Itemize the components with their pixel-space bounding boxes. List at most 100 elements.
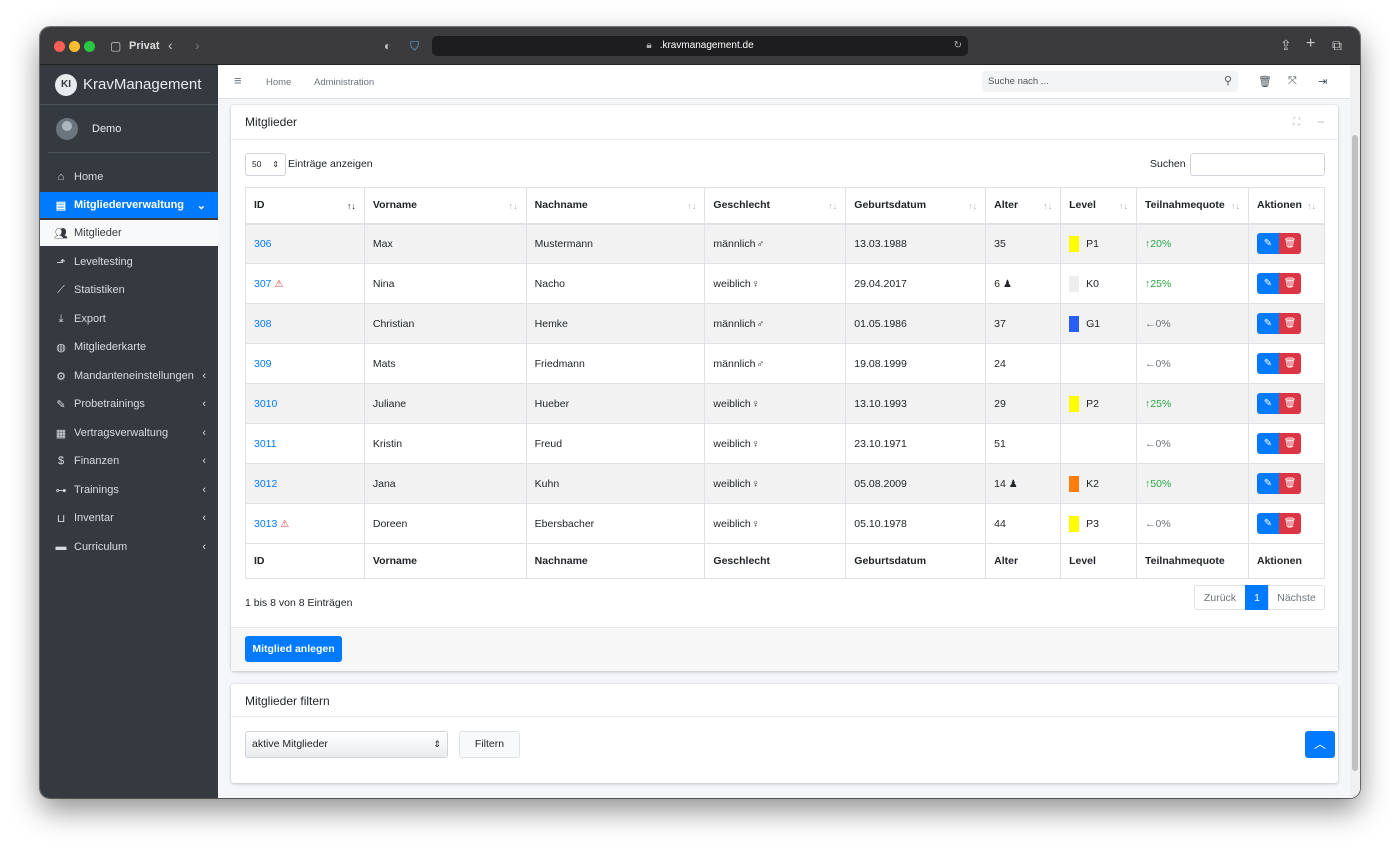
sidebar-item-mitgliederverwaltung[interactable]: ▤ Mitgliederverwaltung ⌄ (40, 192, 218, 218)
sidebar-item-mitgliederkarte[interactable]: ◍ Mitgliederkarte (40, 334, 218, 360)
col-header-teilnahmequote[interactable]: Teilnahmequote ↑↓ (1136, 187, 1249, 225)
member-id-link[interactable]: 3013 (254, 518, 277, 530)
col-header-label: Geburtsdatum (854, 199, 927, 212)
nav-link-administration[interactable]: Administration (314, 77, 374, 88)
tabs-overview-icon[interactable]: ⧉ (1332, 38, 1342, 52)
logo: KI (55, 73, 77, 96)
member-id-link[interactable]: 3010 (254, 398, 277, 410)
col-header-nachname[interactable]: Nachname ↑↓ (525, 187, 706, 225)
member-id-link[interactable]: 306 (254, 238, 272, 250)
edit-button[interactable]: ✎ (1256, 433, 1279, 454)
minimize-window-button[interactable] (69, 41, 80, 52)
gender-text: männlich (713, 237, 756, 250)
filter-button[interactable]: Filtern (459, 731, 520, 758)
edit-button[interactable]: ✎ (1256, 313, 1279, 334)
delete-button[interactable]: 🗑︎ (1278, 353, 1301, 374)
pagination-next[interactable]: Nächste (1268, 585, 1325, 610)
col-header-geburtsdatum[interactable]: Geburtsdatum ↑↓ (845, 187, 987, 225)
member-id-link[interactable]: 307 (254, 278, 272, 290)
edit-button[interactable]: ✎ (1256, 233, 1279, 255)
scrollbar-thumb[interactable] (1352, 135, 1358, 771)
edit-button[interactable]: ✎ (1256, 273, 1279, 294)
member-id-link[interactable]: 308 (254, 318, 272, 330)
pagination-prev[interactable]: Zurück (1194, 585, 1246, 610)
footer-aktionen: Aktionen (1247, 543, 1326, 579)
forward-icon[interactable]: › (195, 38, 200, 52)
sidebar-item-vertragsverwaltung[interactable]: ▦ Vertragsverwaltung ‹ (40, 420, 218, 446)
close-window-button[interactable] (54, 41, 65, 52)
book-icon: ▬ (55, 541, 67, 553)
level-text: K2 (1086, 477, 1099, 490)
sidebar-item-label: Mitgliederkarte (74, 341, 147, 353)
member-filter-select[interactable]: aktive Mitglieder ⇕ (245, 731, 448, 758)
address-bar[interactable]: 🔒︎ .kravmanagement.de ↻ (432, 36, 968, 56)
new-tab-icon[interactable]: + (1306, 36, 1315, 52)
fullscreen-icon[interactable]: ⤧ (1288, 75, 1297, 88)
table-row: 309 Mats Friedmann männlich♂ 19.08.1999 24 ←0%… (245, 343, 1326, 384)
delete-button[interactable]: 🗑︎ (1278, 473, 1301, 494)
sidebar-item-statistiken[interactable]: ⟋ Statistiken (40, 277, 218, 303)
cell-id: 309 (245, 343, 365, 384)
page-length-select[interactable]: 50 ⇕ (245, 153, 286, 176)
sidebar-item-export[interactable]: ⤓ Export (40, 306, 218, 332)
shield-icon[interactable]: ⛉ (410, 39, 419, 53)
edit-button[interactable]: ✎ (1256, 513, 1279, 534)
member-id-link[interactable]: 3012 (254, 478, 277, 490)
sidebar-item-trainings[interactable]: ⊶ Trainings ‹ (40, 477, 218, 503)
collapse-icon[interactable]: – (1317, 114, 1324, 128)
trash-icon[interactable]: 🗑︎ (1258, 75, 1272, 88)
scroll-to-top-button[interactable]: ︿ (1305, 731, 1335, 758)
edit-button[interactable]: ✎ (1256, 473, 1279, 494)
add-member-button[interactable]: Mitglied anlegen (245, 636, 342, 662)
share-icon[interactable]: ⇪ (1280, 38, 1292, 52)
col-header-geschlecht[interactable]: Geschlecht ↑↓ (704, 187, 847, 225)
brand-link[interactable]: KI KravManagement (40, 65, 218, 105)
logout-icon[interactable]: ⇥ (1318, 75, 1327, 88)
sidebar-item-finanzen[interactable]: $ Finanzen ‹ (40, 448, 218, 474)
page-scrollbar[interactable] (1350, 65, 1360, 798)
delete-button[interactable]: 🗑︎ (1278, 393, 1301, 414)
reload-icon[interactable]: ↻ (954, 36, 962, 56)
delete-button[interactable]: 🗑︎ (1278, 513, 1301, 534)
sidebar-item-curriculum[interactable]: ▬ Curriculum ‹ (40, 534, 218, 560)
maximize-window-button[interactable] (84, 41, 95, 52)
sidebar-item-label: Vertragsverwaltung (74, 427, 169, 439)
col-header-level[interactable]: Level ↑↓ (1060, 187, 1138, 225)
sidebar-item-probetrainings[interactable]: ✎ Probetrainings ‹ (40, 391, 218, 417)
delete-button[interactable]: 🗑︎ (1278, 273, 1301, 294)
sidebar-item-mandanteneinstellungen[interactable]: ⚙ Mandanteneinstellungen ‹ (40, 363, 218, 389)
col-header-alter[interactable]: Alter ↑↓ (985, 187, 1062, 225)
brand-name: KravManagement (83, 76, 202, 93)
table-search-input[interactable] (1190, 153, 1325, 176)
nav-link-home[interactable]: Home (266, 77, 291, 88)
cell-level (1060, 423, 1138, 464)
sort-icon: ↑↓ (508, 201, 518, 211)
sidebar-item-inventar[interactable]: ⊔ Inventar ‹ (40, 505, 218, 531)
search-icon[interactable]: ⚲ (1224, 71, 1232, 92)
delete-button[interactable]: 🗑︎ (1278, 313, 1301, 334)
menu-toggle-icon[interactable]: ≡ (234, 73, 242, 88)
col-header-id[interactable]: ID ↑↓ (245, 187, 365, 225)
col-header-aktionen[interactable]: Aktionen ↑↓ (1247, 187, 1326, 225)
delete-button[interactable]: 🗑︎ (1278, 233, 1301, 255)
pagination-page-1[interactable]: 1 (1245, 585, 1269, 610)
member-id-link[interactable]: 309 (254, 358, 272, 370)
sidebar-item-mitglieder[interactable]: 👥︎ Mitglieder (40, 220, 218, 246)
cell-geschlecht: männlich♂ (704, 303, 847, 344)
delete-button[interactable]: 🗑︎ (1278, 433, 1301, 454)
member-id-link[interactable]: 3011 (254, 438, 277, 450)
search-input[interactable]: Suche nach ... ⚲ (982, 71, 1238, 92)
privacy-icon[interactable]: ◐ (384, 39, 391, 53)
edit-button[interactable]: ✎ (1256, 353, 1279, 374)
edit-button[interactable]: ✎ (1256, 393, 1279, 414)
col-header-vorname[interactable]: Vorname ↑↓ (363, 187, 527, 225)
back-icon[interactable]: ‹ (168, 38, 173, 52)
user-panel[interactable]: Demo (48, 105, 210, 153)
sidebar-item-home[interactable]: ⌂ Home (40, 164, 218, 190)
maximize-icon[interactable]: ⛶ (1293, 117, 1300, 128)
sidebar-item-leveltesting[interactable]: ⬏ Leveltesting (40, 249, 218, 275)
chevron-left-icon: ‹ (202, 398, 206, 410)
sort-icon: ↑↓ (1230, 201, 1240, 211)
sidebar-toggle-icon[interactable]: ▢ (110, 39, 121, 53)
profile-label[interactable]: Privat (129, 40, 160, 52)
